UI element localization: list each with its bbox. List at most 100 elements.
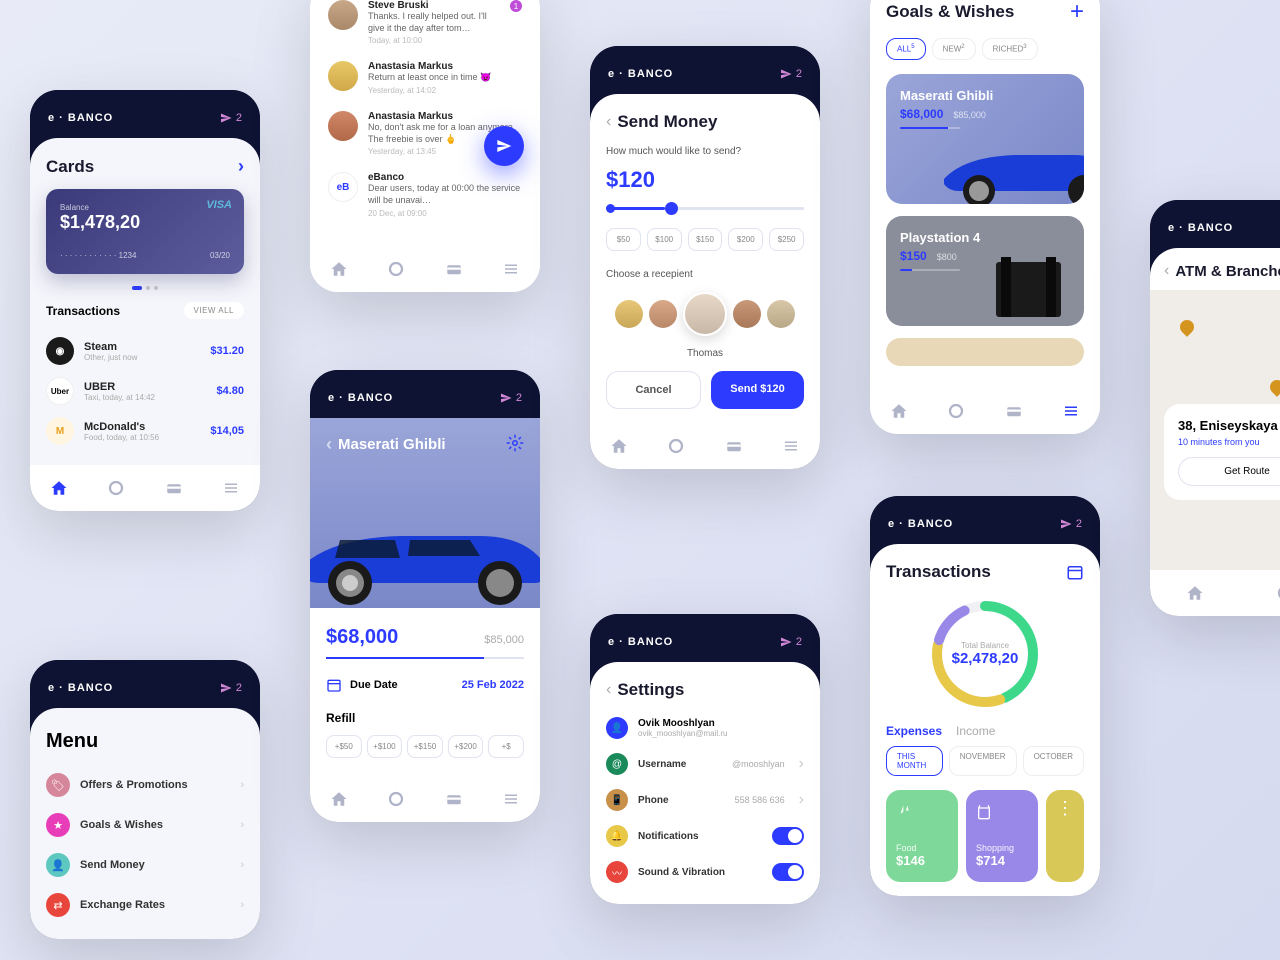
send-amount: $120	[606, 167, 804, 193]
home-icon[interactable]	[610, 437, 628, 455]
map[interactable]: 38, Eniseyskaya 10 minutes from you Get …	[1150, 290, 1280, 570]
menu-icon[interactable]	[502, 260, 520, 278]
expense-card-food[interactable]: Food$146	[886, 790, 958, 882]
tx-row[interactable]: ◉ SteamOther, just now $31.20	[46, 331, 244, 371]
username-row[interactable]: @Username@mooshlyan›	[606, 746, 804, 782]
goal-hero: ‹Maserati Ghibli	[310, 418, 540, 608]
home-icon[interactable]	[330, 790, 348, 808]
chat-row[interactable]: eB eBancoDear users, today at 00:00 the …	[324, 164, 526, 225]
stats-icon[interactable]	[1276, 584, 1280, 602]
chat-row[interactable]: Steve BruskiThanks. I really helped out.…	[324, 0, 526, 53]
refill-chip[interactable]: +$50	[326, 735, 362, 758]
card-icon[interactable]	[445, 260, 463, 278]
due-date: 25 Feb 2022	[462, 679, 524, 691]
menu-icon[interactable]	[222, 479, 240, 497]
back-icon[interactable]: ‹	[326, 434, 332, 455]
phone-row[interactable]: 📱Phone558 586 636›	[606, 782, 804, 818]
card-icon[interactable]	[165, 479, 183, 497]
chevron-right-icon[interactable]: ›	[238, 156, 244, 177]
refill-chip[interactable]: +$150	[407, 735, 443, 758]
recipient-avatar[interactable]	[649, 300, 677, 328]
recipient-name: Thomas	[606, 348, 804, 359]
back-icon[interactable]: ‹	[1164, 262, 1169, 280]
menu-icon[interactable]	[782, 437, 800, 455]
tab-expenses[interactable]: Expenses	[886, 724, 942, 738]
goal-card[interactable]: Playstation 4 $150$800	[886, 216, 1084, 326]
menu-exchange[interactable]: ⇄Exchange Rates›	[46, 885, 244, 925]
profile-row[interactable]: 👤 Ovik Mooshlyanovik_mooshlyan@mail.ru	[606, 710, 804, 746]
home-icon[interactable]	[50, 479, 68, 497]
stats-icon[interactable]	[667, 437, 685, 455]
month-chip[interactable]: OCTOBER	[1023, 746, 1084, 776]
preset-chip[interactable]: $150	[688, 228, 723, 251]
stats-icon[interactable]	[387, 260, 405, 278]
avatar	[328, 0, 358, 30]
tab-income[interactable]: Income	[956, 724, 995, 738]
home-icon[interactable]	[330, 260, 348, 278]
add-goal-button[interactable]: +	[1070, 0, 1084, 26]
preset-chip[interactable]: $250	[769, 228, 804, 251]
sound-icon: 〰	[606, 861, 628, 883]
expense-card-more[interactable]: ⋮	[1046, 790, 1084, 882]
chevron-right-icon: ›	[240, 779, 244, 791]
atm-title: ATM & Branches	[1175, 263, 1280, 280]
refill-chip[interactable]: +$	[488, 735, 524, 758]
notifications-toggle[interactable]	[772, 827, 804, 845]
at-icon: @	[606, 753, 628, 775]
stats-icon[interactable]	[387, 790, 405, 808]
filter-chip-new[interactable]: NEW2	[932, 38, 976, 60]
card-icon[interactable]	[725, 437, 743, 455]
month-chip[interactable]: NOVEMBER	[949, 746, 1017, 776]
car-image	[934, 129, 1084, 204]
credit-card[interactable]: VISA Balance $1,478,20 · · · · · · · · ·…	[46, 189, 244, 274]
view-all-button[interactable]: VIEW ALL	[184, 302, 244, 319]
tx-row[interactable]: M McDonald'sFood, today, at 10:56 $14,05	[46, 411, 244, 451]
stats-icon[interactable]	[947, 402, 965, 420]
tx-row[interactable]: Uber UBERTaxi, today, at 14:42 $4.80	[46, 371, 244, 411]
logo: e · BANCO	[48, 112, 113, 124]
notif-badge[interactable]: 2	[220, 112, 242, 124]
uber-icon: Uber	[46, 377, 74, 405]
menu-offers[interactable]: 🏷Offers & Promotions›	[46, 765, 244, 805]
card-icon[interactable]	[1005, 402, 1023, 420]
chat-row[interactable]: Anastasia MarkusReturn at least once in …	[324, 53, 526, 103]
recipient-avatar[interactable]	[733, 300, 761, 328]
menu-send[interactable]: 👤Send Money›	[46, 845, 244, 885]
recipient-avatar-selected[interactable]	[683, 292, 727, 336]
refill-chip[interactable]: +$200	[448, 735, 484, 758]
compose-button[interactable]	[484, 126, 524, 166]
cancel-button[interactable]: Cancel	[606, 371, 701, 409]
gear-icon[interactable]	[506, 434, 524, 452]
send-button[interactable]: Send $120	[711, 371, 804, 409]
menu-icon[interactable]	[502, 790, 520, 808]
recipient-avatar[interactable]	[615, 300, 643, 328]
preset-chip[interactable]: $50	[606, 228, 641, 251]
refill-chip[interactable]: +$100	[367, 735, 403, 758]
total-balance: $2,478,20	[952, 650, 1019, 667]
home-icon[interactable]	[890, 402, 908, 420]
back-icon[interactable]: ‹	[606, 113, 611, 131]
home-icon[interactable]	[1186, 584, 1204, 602]
goal-card[interactable]: Maserati Ghibli $68,000$85,000	[886, 74, 1084, 204]
notif-badge[interactable]: 2	[220, 682, 242, 694]
menu-icon[interactable]	[1062, 402, 1080, 420]
get-route-button[interactable]: Get Route	[1178, 457, 1280, 486]
map-pin[interactable]	[1177, 317, 1197, 337]
calendar-icon[interactable]	[1066, 563, 1084, 581]
header: e · BANCO 2	[30, 660, 260, 708]
month-chip[interactable]: THIS MONTH	[886, 746, 943, 776]
sound-toggle[interactable]	[772, 863, 804, 881]
filter-chip-riched[interactable]: RICHED3	[982, 38, 1038, 60]
filter-chip-all[interactable]: ALL5	[886, 38, 926, 60]
back-icon[interactable]: ‹	[606, 681, 611, 699]
recipient-avatar[interactable]	[767, 300, 795, 328]
expense-card-shopping[interactable]: Shopping$714	[966, 790, 1038, 882]
goal-card[interactable]	[886, 338, 1084, 366]
preset-chip[interactable]: $200	[728, 228, 763, 251]
menu-goals[interactable]: ★Goals & Wishes›	[46, 805, 244, 845]
card-icon[interactable]	[445, 790, 463, 808]
stats-icon[interactable]	[107, 479, 125, 497]
preset-chip[interactable]: $100	[647, 228, 682, 251]
map-pin[interactable]	[1267, 377, 1280, 397]
amount-slider[interactable]	[606, 207, 804, 210]
